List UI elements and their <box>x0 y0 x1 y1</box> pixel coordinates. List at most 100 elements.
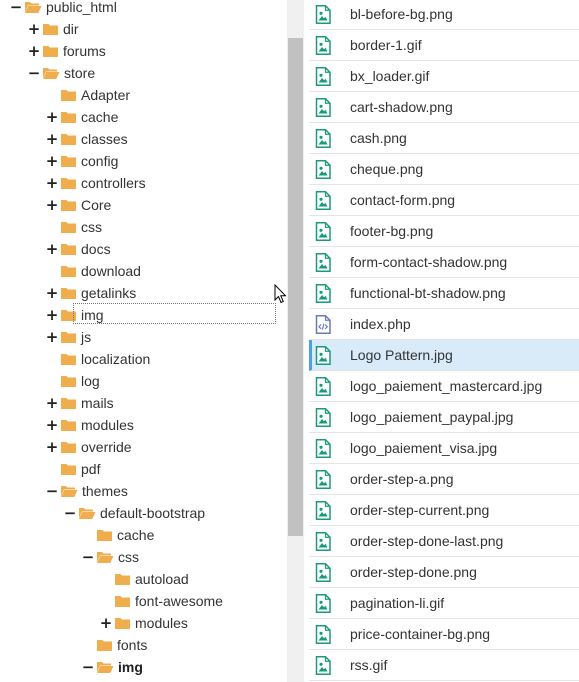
tree-item-themes[interactable]: − themes <box>46 480 128 502</box>
tree-item-classes[interactable]: + classes <box>46 128 128 150</box>
tree-item-localization[interactable]: localization <box>46 348 150 370</box>
file-name: order-step-a.png <box>350 471 454 487</box>
tree-item-label: forums <box>63 43 106 59</box>
file-row[interactable]: form-contact-shadow.png <box>309 247 579 278</box>
expand-icon[interactable]: + <box>46 172 59 194</box>
tree-item-getalinks[interactable]: + getalinks <box>46 282 137 304</box>
tree-item-label: dir <box>63 21 79 37</box>
expand-icon[interactable]: + <box>100 612 113 634</box>
folder-icon <box>60 176 77 190</box>
expand-icon[interactable]: + <box>28 40 41 62</box>
file-row[interactable]: cash.png <box>309 123 579 154</box>
tree-item-adapter[interactable]: Adapter <box>46 84 130 106</box>
file-row[interactable]: price-container-bg.png <box>309 619 579 650</box>
file-row[interactable]: order-step-a.png <box>309 464 579 495</box>
collapse-icon[interactable]: − <box>46 480 59 502</box>
file-row[interactable]: cart-shadow.png <box>309 92 579 123</box>
file-name: Logo Pattern.jpg <box>350 347 453 363</box>
image-file-icon <box>315 500 331 520</box>
file-row[interactable]: order-step-done-last.png <box>309 526 579 557</box>
expand-icon[interactable]: + <box>46 304 59 326</box>
folder-icon <box>60 462 77 476</box>
tree-item-css[interactable]: − css <box>82 546 139 568</box>
collapse-icon[interactable]: − <box>28 62 41 84</box>
file-row[interactable]: border-1.gif <box>309 30 579 61</box>
file-row[interactable]: order-step-current.png <box>309 495 579 526</box>
tree-item-cache[interactable]: cache <box>82 524 154 546</box>
tree-item-label: getalinks <box>81 285 137 301</box>
file-row[interactable]: cheque.png <box>309 154 579 185</box>
tree-item-img[interactable]: − img <box>82 656 143 678</box>
expand-icon[interactable]: + <box>46 238 59 260</box>
folder-open-icon <box>96 550 114 564</box>
tree-item-download[interactable]: download <box>46 260 141 282</box>
file-row[interactable]: Logo Pattern.jpg <box>309 340 579 371</box>
file-name: pagination-li.gif <box>350 595 445 611</box>
tree-item-cache[interactable]: + cache <box>46 106 119 128</box>
file-row[interactable]: footer-bg.png <box>309 216 579 247</box>
file-row[interactable]: bx_loader.gif <box>309 61 579 92</box>
tree-item-pdf[interactable]: pdf <box>46 458 100 480</box>
file-name: cash.png <box>350 130 407 146</box>
file-row[interactable]: bl-before-bg.png <box>309 0 579 30</box>
tree-item-override[interactable]: + override <box>46 436 132 458</box>
tree-item-js[interactable]: + js <box>46 326 91 348</box>
expand-icon[interactable]: + <box>28 18 41 40</box>
image-file-icon <box>315 469 331 489</box>
expand-icon[interactable]: + <box>46 128 59 150</box>
expand-icon[interactable]: + <box>46 326 59 348</box>
tree-item-dir[interactable]: + dir <box>28 18 79 40</box>
tree-item-config[interactable]: + config <box>46 150 119 172</box>
folder-icon <box>96 528 113 542</box>
tree-item-default-bootstrap[interactable]: − default-bootstrap <box>64 502 205 524</box>
tree-item-controllers[interactable]: + controllers <box>46 172 146 194</box>
file-row[interactable]: index.php <box>309 309 579 340</box>
tree-item-label: img <box>118 659 143 675</box>
tree-item-forums[interactable]: + forums <box>28 40 106 62</box>
file-row[interactable]: pagination-li.gif <box>309 588 579 619</box>
toggle-spacer <box>82 634 94 656</box>
collapse-icon[interactable]: − <box>82 546 95 568</box>
tree-item-mails[interactable]: + mails <box>46 392 114 414</box>
tree-item-modules[interactable]: + modules <box>100 612 188 634</box>
expand-icon[interactable]: + <box>46 106 59 128</box>
tree-item-core[interactable]: + Core <box>46 194 112 216</box>
tree-item-public-html[interactable]: − public_html <box>10 0 117 18</box>
tree-item-fonts[interactable]: fonts <box>82 634 147 656</box>
tree-item-label: font-awesome <box>135 593 223 609</box>
tree-item-label: fonts <box>117 637 148 653</box>
file-name: logo_paiement_mastercard.jpg <box>350 378 543 394</box>
tree-item-font-awesome[interactable]: font-awesome <box>100 590 223 612</box>
file-name: footer-bg.png <box>350 223 434 239</box>
expand-icon[interactable]: + <box>46 414 59 436</box>
file-row[interactable]: logo_paiement_visa.jpg <box>309 433 579 464</box>
expand-icon[interactable]: + <box>46 150 59 172</box>
expand-icon[interactable]: + <box>46 392 59 414</box>
file-row[interactable]: contact-form.png <box>309 185 579 216</box>
scrollbar-thumb[interactable] <box>288 38 303 536</box>
image-file-icon <box>315 593 331 613</box>
file-row[interactable]: logo_paiement_paypal.jpg <box>309 402 579 433</box>
tree-item-label: cache <box>81 109 119 125</box>
tree-item-modules[interactable]: + modules <box>46 414 134 436</box>
file-row[interactable]: logo_paiement_mastercard.jpg <box>309 371 579 402</box>
tree-item-autoload[interactable]: autoload <box>100 568 189 590</box>
file-row[interactable]: functional-bt-shadow.png <box>309 278 579 309</box>
tree-item-docs[interactable]: + docs <box>46 238 111 260</box>
tree-item-label: classes <box>81 131 128 147</box>
folder-icon <box>60 286 77 300</box>
tree-item-store[interactable]: − store <box>28 62 95 84</box>
expand-icon[interactable]: + <box>46 436 59 458</box>
tree-item-log[interactable]: log <box>46 370 100 392</box>
collapse-icon[interactable]: − <box>64 502 77 524</box>
collapse-icon[interactable]: − <box>10 0 23 18</box>
image-file-icon <box>315 624 331 644</box>
tree-item-css[interactable]: css <box>46 216 102 238</box>
expand-icon[interactable]: + <box>46 194 59 216</box>
file-row[interactable]: order-step-done.png <box>309 557 579 588</box>
tree-item-label: mails <box>81 395 114 411</box>
collapse-icon[interactable]: − <box>82 656 95 678</box>
image-file-icon <box>315 4 331 24</box>
file-row[interactable]: rss.gif <box>309 650 579 681</box>
expand-icon[interactable]: + <box>46 282 59 304</box>
